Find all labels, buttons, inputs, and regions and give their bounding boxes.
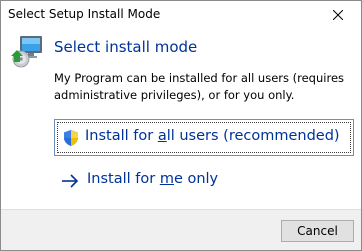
shield-icon	[62, 129, 80, 147]
close-button[interactable]	[315, 1, 361, 30]
install-mode-description: My Program can be installed for all user…	[54, 71, 345, 102]
window-title: Select Setup Install Mode	[8, 7, 161, 21]
title-bar: Select Setup Install Mode	[1, 1, 361, 30]
setup-computer-icon	[11, 34, 45, 68]
close-icon	[333, 10, 343, 20]
dialog-footer: Cancel	[1, 209, 361, 250]
page-heading: Select install mode	[54, 38, 198, 56]
install-all-users-option[interactable]: Install for all users (recommended)	[54, 119, 354, 156]
install-me-only-option[interactable]: Install for me only	[54, 163, 354, 200]
setup-dialog: Select Setup Install Mode Select install…	[0, 0, 362, 251]
arrow-right-icon	[61, 172, 79, 190]
install-me-only-label: Install for me only	[87, 171, 219, 187]
cancel-button[interactable]: Cancel	[281, 220, 354, 242]
install-all-users-label: Install for all users (recommended)	[85, 128, 340, 144]
